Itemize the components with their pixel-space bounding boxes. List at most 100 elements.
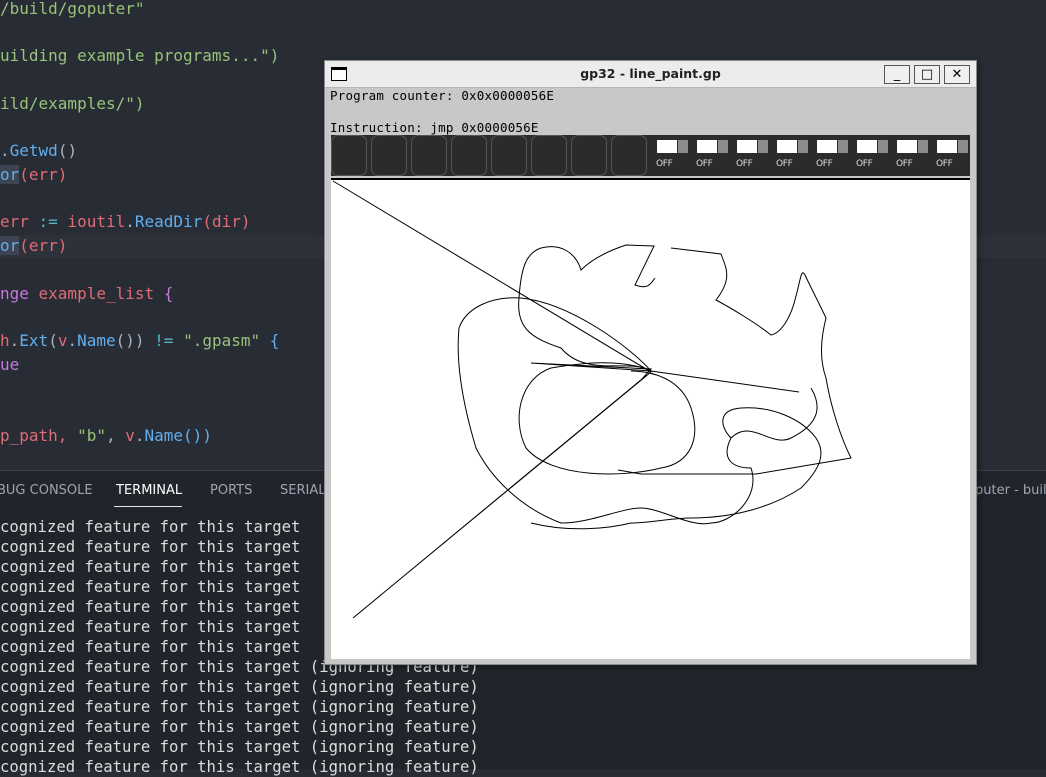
- led-indicator[interactable]: OFF: [931, 135, 969, 176]
- io-slot: [371, 135, 407, 176]
- code-token: p_path,: [0, 426, 78, 445]
- io-slot: [451, 135, 487, 176]
- led-label: OFF: [896, 159, 913, 169]
- code-line: h.Ext(v.Name()) != ".gpasm" {: [0, 329, 279, 353]
- code-token: ".gpasm": [183, 331, 270, 350]
- led-indicator[interactable]: OFF: [731, 135, 769, 176]
- tab-debug-console[interactable]: BUG CONSOLE: [0, 483, 93, 498]
- code-token: /build/goputer": [0, 0, 145, 18]
- code-line: p_path, "b", v.Name()): [0, 424, 212, 448]
- code-token: uilding example programs..."): [0, 46, 280, 65]
- led-indicator[interactable]: OFF: [651, 135, 689, 176]
- code-token: (): [57, 141, 78, 160]
- terminal-line: cognized feature for this target (ignori…: [0, 738, 479, 756]
- led-label: OFF: [736, 159, 753, 169]
- led-label: OFF: [656, 159, 673, 169]
- code-token: nge: [0, 284, 39, 303]
- led-label: OFF: [696, 159, 713, 169]
- drawn-scribble-lower: [530, 407, 822, 530]
- code-token: or: [0, 165, 20, 184]
- drawn-scribble-left: [457, 297, 818, 525]
- code-line: /build/goputer": [0, 0, 145, 21]
- window-title: gp32 - line_paint.gp: [580, 66, 721, 81]
- code-line: or(err): [0, 234, 67, 258]
- code-line: uilding example programs..."): [0, 44, 279, 68]
- tab-terminal[interactable]: TERMINAL: [116, 483, 182, 498]
- io-register-bar: OFF OFF OFF OFF OFF OFF OFF OFF: [331, 135, 970, 176]
- code-token: .: [9, 331, 20, 350]
- code-token: Name: [77, 331, 116, 350]
- terminal-line: cognized feature for this target: [0, 638, 301, 656]
- code-token: .: [0, 141, 10, 160]
- terminal-line: cognized feature for this target (ignori…: [0, 718, 479, 736]
- code-line: or(err): [0, 163, 67, 187]
- gp32-window: gp32 - line_paint.gp _ □ ✕ Program count…: [324, 60, 977, 665]
- code-token: (err): [19, 236, 68, 255]
- io-slot: [531, 135, 567, 176]
- terminal-line: cognized feature for this target: [0, 558, 301, 576]
- code-line: ue: [0, 353, 19, 377]
- terminal-line: cognized feature for this target: [0, 598, 301, 616]
- led-indicator[interactable]: OFF: [771, 135, 809, 176]
- terminal-line: cognized feature for this target: [0, 578, 301, 596]
- instruction-display: Instruction: jmp 0x0000056E: [330, 120, 539, 135]
- program-counter: Program counter: 0x0x0000056E: [330, 88, 555, 103]
- code-token: .: [134, 426, 145, 445]
- code-token: ild/examples/"): [0, 94, 145, 113]
- code-token: example_list: [38, 284, 164, 303]
- code-token: (: [48, 331, 58, 350]
- led-indicator[interactable]: OFF: [691, 135, 729, 176]
- code-token: :=: [38, 212, 68, 231]
- code-token: (dir): [202, 212, 251, 231]
- tab-serial[interactable]: SERIAL: [280, 483, 325, 498]
- code-token: ioutil: [67, 212, 126, 231]
- terminal-line: cognized feature for this target (ignori…: [0, 678, 479, 696]
- terminal-line: cognized feature for this target (ignori…: [0, 758, 479, 776]
- close-button[interactable]: ✕: [944, 65, 970, 84]
- terminal-line: cognized feature for this target: [0, 618, 301, 636]
- tab-ports[interactable]: PORTS: [210, 483, 252, 498]
- led-indicator[interactable]: OFF: [891, 135, 929, 176]
- led-label: OFF: [776, 159, 793, 169]
- code-token: ReadDir: [134, 212, 203, 231]
- terminal-line: cognized feature for this target: [0, 538, 301, 556]
- drawn-line-diagonal: [332, 180, 800, 619]
- minimize-button[interactable]: _: [884, 65, 910, 84]
- code-token: Name: [144, 426, 184, 445]
- active-tab-indicator: [114, 506, 182, 507]
- io-slot: [411, 135, 447, 176]
- code-line: err := ioutil.ReadDir(dir): [0, 210, 250, 234]
- maximize-button[interactable]: □: [914, 65, 940, 84]
- terminal-title[interactable]: puter - buil: [975, 483, 1046, 498]
- code-token: or: [0, 236, 20, 255]
- paint-canvas[interactable]: [331, 178, 970, 659]
- code-line: nge example_list {: [0, 282, 173, 306]
- code-token: v: [125, 426, 135, 445]
- code-line: ild/examples/"): [0, 92, 145, 116]
- terminal-line: cognized feature for this target (ignori…: [0, 698, 479, 716]
- code-token: ue: [0, 355, 20, 374]
- code-token: .: [125, 212, 135, 231]
- code-token: (err): [19, 165, 68, 184]
- code-token: Ext: [19, 331, 49, 350]
- code-token: !=: [154, 331, 184, 350]
- led-indicator[interactable]: OFF: [851, 135, 889, 176]
- terminal-line: cognized feature for this target: [0, 518, 301, 536]
- io-slot: [611, 135, 647, 176]
- code-line: .Getwd(): [0, 139, 77, 163]
- drawing-svg: [332, 180, 852, 619]
- window-titlebar[interactable]: gp32 - line_paint.gp _ □ ✕: [325, 61, 976, 88]
- code-token: err: [0, 212, 39, 231]
- code-token: .: [67, 331, 78, 350]
- code-token: h: [0, 331, 10, 350]
- led-label: OFF: [936, 159, 953, 169]
- drawn-scribble-right: [617, 247, 852, 475]
- io-slot: [571, 135, 607, 176]
- code-token: Getwd: [9, 141, 58, 160]
- code-token: ()): [183, 426, 212, 445]
- drawn-scribble-top: [518, 244, 656, 372]
- code-token: {: [269, 331, 280, 350]
- led-indicator[interactable]: OFF: [811, 135, 849, 176]
- io-slot: [331, 135, 367, 176]
- io-slot: [491, 135, 527, 176]
